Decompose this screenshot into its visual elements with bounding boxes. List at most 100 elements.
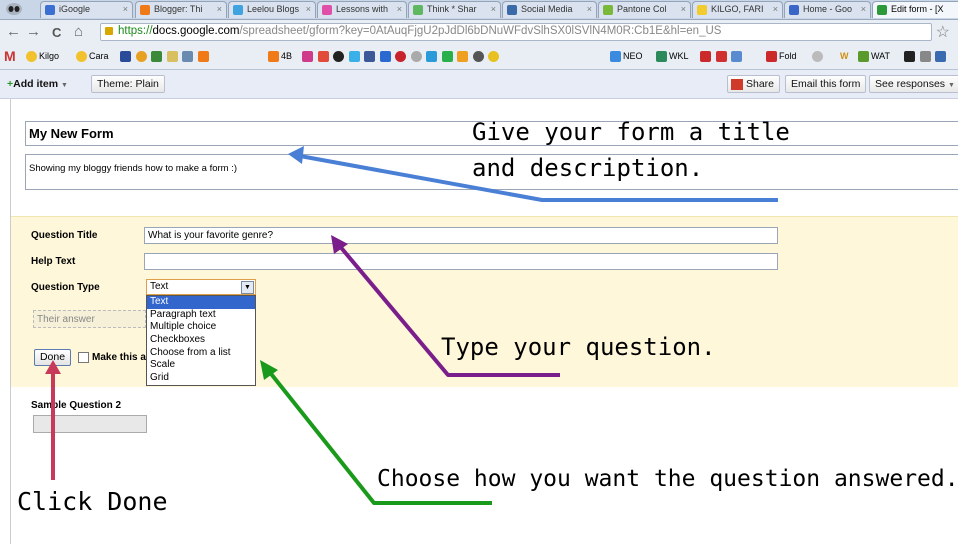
wave-bookmark-icon: [731, 51, 743, 63]
bookmark-label: Fold: [779, 51, 797, 61]
tab-favicon-icon: [322, 5, 332, 15]
question-title-label: Question Title: [31, 230, 98, 241]
star-bookmark-icon: [120, 51, 131, 63]
browser-tab[interactable]: Home - Goo ×: [784, 1, 871, 18]
question-title-input[interactable]: What is your favorite genre?: [144, 227, 778, 244]
tab-label: Blogger: Thi: [154, 4, 203, 14]
browser-logo-icon: [6, 3, 22, 15]
tab-favicon-icon: [507, 5, 517, 15]
reload-button[interactable]: C: [52, 25, 61, 40]
clock-bookmark-icon: [812, 51, 823, 63]
done-button[interactable]: Done: [34, 349, 71, 366]
bookmark-cara[interactable]: Cara: [76, 51, 109, 63]
bookmark-favicon-icon: [26, 51, 37, 63]
bookmark-kilgo[interactable]: Kilgo: [26, 51, 59, 63]
question-type-option[interactable]: Checkboxes: [147, 334, 255, 347]
bookmark-label: Cara: [89, 51, 109, 61]
annotation-title-line-2: and description.: [472, 154, 704, 182]
back-button[interactable]: ←: [6, 23, 21, 40]
browser-tab[interactable]: Think * Shar ×: [408, 1, 501, 18]
person-bookmark-icon: [333, 51, 345, 63]
gmail-icon[interactable]: M: [4, 48, 16, 64]
blog-bookmark-icon: [379, 51, 391, 63]
question-type-option[interactable]: Choose from a list: [147, 347, 255, 360]
see-responses-button[interactable]: See responses ▼: [869, 75, 958, 93]
bookmark-icons-group-3[interactable]: [700, 51, 744, 63]
bookmark-wat[interactable]: WAT: [858, 51, 890, 63]
bookmark-favicon-icon: [610, 51, 621, 63]
forward-button[interactable]: →: [26, 23, 41, 40]
bookmark-label: WAT: [871, 51, 890, 61]
required-checkbox[interactable]: [78, 352, 89, 363]
globe-bookmark-icon: [135, 51, 147, 63]
question-type-label: Question Type: [31, 282, 100, 293]
tab-favicon-icon: [697, 5, 707, 15]
sample-question-2-field: [33, 415, 147, 433]
address-bar[interactable]: https://docs.google.com/spreadsheet/gfor…: [100, 23, 932, 41]
browser-tab[interactable]: Leelou Blogs ×: [228, 1, 316, 18]
tab-close-icon[interactable]: ×: [397, 4, 402, 14]
tab-close-icon[interactable]: ×: [491, 4, 496, 14]
share-button[interactable]: Share: [727, 75, 781, 93]
annotation-question: Type your question.: [441, 333, 716, 361]
tab-close-icon[interactable]: ×: [123, 4, 128, 14]
question-type-option[interactable]: Scale: [147, 359, 255, 372]
twitter-icon: [348, 51, 360, 63]
tab-favicon-icon: [789, 5, 799, 15]
url-path: /spreadsheet/gform?key=0AtAuqFjgU2pJdDl6…: [239, 25, 722, 37]
browser-tab[interactable]: Lessons with ×: [317, 1, 407, 18]
question-type-option[interactable]: Text: [147, 296, 255, 309]
tab-close-icon[interactable]: ×: [306, 4, 311, 14]
browser-tab[interactable]: Social Media ×: [502, 1, 597, 18]
tab-close-icon[interactable]: ×: [773, 4, 778, 14]
bookmark-fold[interactable]: Fold: [766, 51, 797, 63]
bookmark-w[interactable]: W: [840, 51, 849, 63]
url-host: docs.google.com: [152, 25, 240, 37]
bookmark-icons-group-2[interactable]: [302, 51, 501, 63]
add-item-button[interactable]: +Add item ▼: [5, 76, 73, 94]
tab-favicon-icon: [233, 5, 243, 15]
url-scheme: https://: [118, 25, 153, 37]
tab-close-icon[interactable]: ×: [861, 4, 866, 14]
browser-tab[interactable]: Edit form - [Х: [872, 1, 958, 18]
g-bookmark-icon: [441, 51, 453, 63]
question-type-option[interactable]: Multiple choice: [147, 321, 255, 334]
bookmark-icons-group[interactable]: [120, 51, 211, 63]
tab-close-icon[interactable]: ×: [587, 4, 592, 14]
pattern-bookmark-icon: [935, 51, 947, 63]
question-type-option[interactable]: Grid: [147, 372, 255, 385]
home-button[interactable]: ⌂: [74, 23, 83, 40]
question-type-option[interactable]: Paragraph text: [147, 309, 255, 322]
form-editor-toolbar: +Add item ▼ Theme: Plain Share Email thi…: [0, 70, 958, 99]
bookmark-wkl[interactable]: WKL: [656, 51, 689, 63]
email-form-button[interactable]: Email this form: [785, 75, 867, 93]
answer-preview-field: Their answer: [33, 310, 146, 328]
tab-label: Edit form - [Х: [891, 4, 944, 14]
media-bookmark-icon: [317, 51, 329, 63]
k-bookmark-icon: [426, 51, 438, 63]
browser-tab[interactable]: Pantone Col ×: [598, 1, 691, 18]
tab-label: KILGO, FARI: [711, 4, 764, 14]
tab-favicon-icon: [140, 5, 150, 15]
bookmark-star-icon[interactable]: ☆: [936, 22, 950, 42]
bookmark-favicon-icon: [268, 51, 279, 63]
browser-tab[interactable]: Blogger: Thi ×: [135, 1, 227, 18]
question-type-dropdown[interactable]: Text Paragraph text Multiple choice Checkbo…: [146, 295, 256, 386]
theme-button[interactable]: Theme: Plain: [91, 75, 165, 93]
add-item-label: Add item: [13, 78, 59, 90]
bookmark-icons-group-4[interactable]: [904, 51, 948, 63]
browser-tab[interactable]: iGoogle ×: [40, 1, 133, 18]
photo-bookmark-icon: [182, 51, 194, 63]
bookmark-clock[interactable]: [812, 51, 825, 63]
bookmark-4b[interactable]: 4B: [268, 51, 292, 63]
question-type-select[interactable]: Text ▼: [146, 279, 256, 295]
tab-close-icon[interactable]: ×: [217, 4, 222, 14]
bookmark-neo[interactable]: NEO: [610, 51, 643, 63]
bookmarks-bar: M Kilgo Cara 4B NEO WKL Fold W WAT: [0, 45, 958, 70]
browser-tab[interactable]: KILGO, FARI ×: [692, 1, 783, 18]
help-text-input[interactable]: [144, 253, 778, 270]
tab-favicon-icon: [45, 5, 55, 15]
blogger-bookmark-icon: [197, 51, 209, 63]
tab-close-icon[interactable]: ×: [681, 4, 686, 14]
dropdown-arrow-icon[interactable]: ▼: [241, 281, 254, 294]
